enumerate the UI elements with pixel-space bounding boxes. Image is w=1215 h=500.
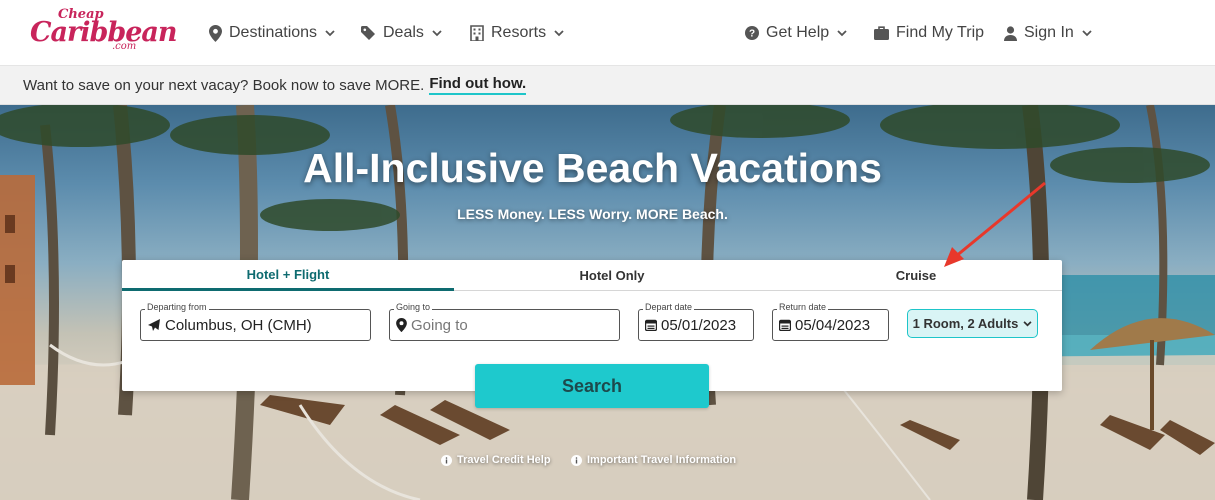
map-pin-icon — [396, 318, 407, 332]
return-date-value: 05/04/2023 — [795, 316, 871, 334]
tab-hotel-flight[interactable]: Hotel + Flight — [122, 260, 454, 291]
map-pin-icon — [209, 24, 222, 42]
travel-credit-help-label: Travel Credit Help — [457, 454, 551, 466]
hero-section: All-Inclusive Beach Vacations LESS Money… — [0, 105, 1215, 500]
nav-sign-in[interactable]: Sign In — [1004, 21, 1092, 45]
depart-date-value: 05/01/2023 — [661, 316, 737, 334]
nav-destinations[interactable]: Destinations — [209, 21, 335, 45]
info-icon — [571, 454, 582, 466]
nav-deals[interactable]: Deals — [361, 21, 442, 45]
logo-caribbean-text: Caribbean — [30, 17, 178, 48]
travel-credit-help-link[interactable]: Travel Credit Help — [441, 454, 551, 466]
chevron-down-icon — [325, 29, 335, 37]
going-to-field[interactable]: Going to — [389, 302, 620, 341]
building-icon — [470, 25, 484, 41]
chevron-down-icon — [1023, 320, 1032, 327]
svg-text:?: ? — [749, 29, 755, 40]
calendar-icon — [645, 319, 657, 331]
nav-find-my-trip-label: Find My Trip — [896, 24, 985, 41]
nav-sign-in-label: Sign In — [1024, 24, 1074, 41]
return-date-field[interactable]: Return date 05/04/2023 — [772, 302, 889, 341]
going-to-label: Going to — [394, 302, 433, 312]
site-logo[interactable]: Cheap Caribbean .com — [30, 5, 178, 53]
tab-hotel-only[interactable]: Hotel Only — [454, 260, 770, 291]
chevron-down-icon — [554, 29, 564, 37]
nav-get-help-label: Get Help — [766, 24, 830, 41]
info-icon — [441, 454, 452, 466]
nav-get-help[interactable]: ? Get Help — [745, 21, 847, 45]
nav-deals-label: Deals — [383, 24, 424, 41]
search-tabs: Hotel + Flight Hotel Only Cruise — [122, 260, 1062, 291]
departing-from-value: Columbus, OH (CMH) — [165, 316, 312, 334]
airplane-icon — [147, 318, 161, 332]
logo-dotcom-text: .com — [112, 41, 137, 52]
rooms-guests-selector[interactable]: 1 Room, 2 Adults — [907, 309, 1038, 338]
chevron-down-icon — [1082, 29, 1092, 37]
promo-link[interactable]: Find out how. — [429, 75, 527, 95]
return-date-label: Return date — [777, 302, 829, 312]
user-icon — [1004, 25, 1017, 41]
depart-date-field[interactable]: Depart date 05/01/2023 — [638, 302, 754, 341]
nav-find-my-trip[interactable]: Find My Trip — [874, 21, 984, 45]
departing-from-label: Departing from — [145, 302, 209, 312]
nav-destinations-label: Destinations — [229, 24, 318, 41]
chevron-down-icon — [837, 29, 847, 37]
annotation-arrow-icon — [944, 181, 1046, 267]
tag-icon — [361, 25, 376, 41]
question-circle-icon: ? — [745, 26, 759, 40]
promo-text: Want to save on your next vacay? Book no… — [23, 76, 425, 94]
going-to-input[interactable] — [411, 316, 601, 334]
depart-date-label: Depart date — [643, 302, 695, 312]
important-travel-info-link[interactable]: Important Travel Information — [571, 454, 736, 466]
calendar-icon — [779, 319, 791, 331]
chevron-down-icon — [432, 29, 442, 37]
suitcase-icon — [874, 26, 889, 40]
nav-resorts-label: Resorts — [491, 24, 547, 41]
search-button[interactable]: Search — [475, 364, 709, 408]
promo-bar: Want to save on your next vacay? Book no… — [0, 66, 1215, 105]
search-panel: Hotel + Flight Hotel Only Cruise Departi… — [122, 260, 1062, 408]
important-travel-info-label: Important Travel Information — [587, 454, 737, 466]
departing-from-field[interactable]: Departing from Columbus, OH (CMH) — [140, 302, 371, 341]
nav-resorts[interactable]: Resorts — [470, 21, 564, 45]
rooms-guests-label: 1 Room, 2 Adults — [912, 316, 1019, 331]
site-header: Cheap Caribbean .com Destinations Deals … — [0, 0, 1215, 66]
